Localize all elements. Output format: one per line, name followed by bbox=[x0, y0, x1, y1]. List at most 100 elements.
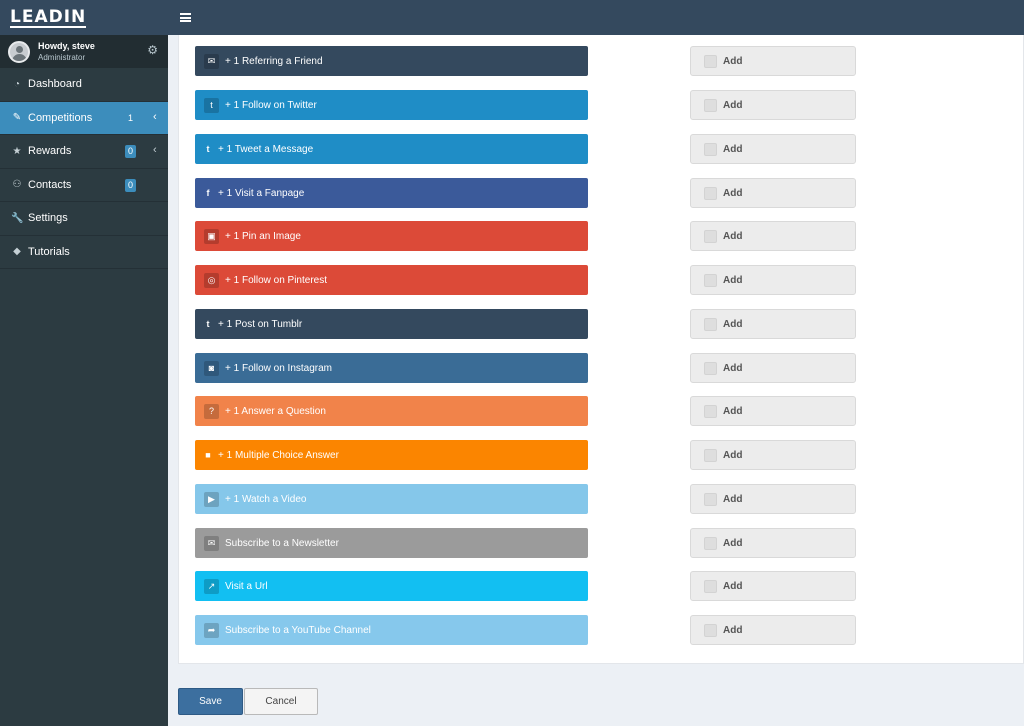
add-checkbox[interactable] bbox=[704, 448, 717, 462]
sidebar-item-contacts[interactable]: ⚇ Contacts 0 bbox=[0, 169, 168, 202]
sidebar: LEADIN Howdy, steve Administrator ⚙ ◔ Da… bbox=[0, 0, 168, 726]
add-label: Add bbox=[723, 55, 743, 67]
entry-label: Subscribe to a YouTube Channel bbox=[225, 624, 371, 636]
entries-panel bbox=[178, 35, 1024, 664]
entry-label: + 1 Post on Tumblr bbox=[218, 318, 303, 330]
tumblr-icon: t bbox=[206, 319, 210, 329]
add-label: Add bbox=[723, 537, 743, 549]
logo[interactable]: LEADIN bbox=[0, 0, 168, 35]
add-toggle[interactable]: Add bbox=[690, 221, 856, 251]
add-label: Add bbox=[723, 362, 743, 374]
sidebar-item-dashboard[interactable]: ◔ Dashboard bbox=[0, 68, 168, 102]
pinterest-icon: ◎ bbox=[204, 272, 219, 288]
add-checkbox[interactable] bbox=[704, 229, 717, 243]
users-icon: ⚇ bbox=[12, 179, 22, 191]
add-toggle[interactable]: Add bbox=[690, 134, 856, 164]
entry-watch-video[interactable]: ▶ + 1 Watch a Video bbox=[195, 484, 588, 514]
add-checkbox[interactable] bbox=[704, 98, 717, 112]
sidebar-item-rewards[interactable]: ★ Rewards 0 ‹ bbox=[0, 135, 168, 169]
entry-label: + 1 Referring a Friend bbox=[225, 55, 323, 67]
envelope-icon: ✉ bbox=[204, 535, 219, 551]
add-checkbox[interactable] bbox=[704, 492, 717, 506]
sidebar-item-tutorials[interactable]: ◆ Tutorials bbox=[0, 236, 168, 269]
add-toggle[interactable]: Add bbox=[690, 309, 856, 339]
add-toggle[interactable]: Add bbox=[690, 571, 856, 601]
entry-visit-fanpage[interactable]: f + 1 Visit a Fanpage bbox=[195, 178, 588, 208]
count-badge: 0 bbox=[125, 145, 137, 158]
add-checkbox[interactable] bbox=[704, 54, 717, 68]
add-label: Add bbox=[723, 230, 743, 242]
add-toggle[interactable]: Add bbox=[690, 46, 856, 76]
add-checkbox[interactable] bbox=[704, 579, 717, 593]
youtube-icon: ▶ bbox=[204, 491, 219, 507]
twitter-icon: t bbox=[206, 144, 210, 154]
question-icon: ? bbox=[204, 403, 219, 419]
instagram-icon: ◙ bbox=[204, 360, 219, 376]
topbar bbox=[168, 0, 1024, 35]
entry-follow-instagram[interactable]: ◙ + 1 Follow on Instagram bbox=[195, 353, 588, 383]
add-checkbox[interactable] bbox=[704, 186, 717, 200]
chevron-left-icon: ‹ bbox=[153, 144, 157, 156]
add-toggle[interactable]: Add bbox=[690, 90, 856, 120]
sidebar-item-label: Contacts bbox=[28, 178, 72, 191]
avatar bbox=[8, 40, 30, 63]
add-checkbox[interactable] bbox=[704, 623, 717, 637]
add-label: Add bbox=[723, 143, 743, 155]
entry-follow-twitter[interactable]: t + 1 Follow on Twitter bbox=[195, 90, 588, 120]
add-toggle[interactable]: Add bbox=[690, 484, 856, 514]
sidebar-item-competitions[interactable]: ✎ Competitions 1 ‹ bbox=[0, 101, 168, 135]
add-label: Add bbox=[723, 493, 743, 505]
square-icon: ■ bbox=[205, 450, 211, 460]
cancel-button[interactable]: Cancel bbox=[244, 688, 318, 715]
entry-label: Visit a Url bbox=[225, 580, 268, 592]
entry-label: + 1 Follow on Twitter bbox=[225, 99, 317, 111]
chevron-left-icon: ‹ bbox=[153, 110, 157, 123]
add-checkbox[interactable] bbox=[704, 361, 717, 375]
count-badge: 0 bbox=[125, 178, 137, 192]
add-checkbox[interactable] bbox=[704, 273, 717, 287]
entry-subscribe-newsletter[interactable]: ✉ Subscribe to a Newsletter bbox=[195, 528, 588, 558]
star-icon: ★ bbox=[12, 145, 22, 157]
entry-label: Subscribe to a Newsletter bbox=[225, 537, 339, 549]
add-label: Add bbox=[723, 274, 743, 286]
add-checkbox[interactable] bbox=[704, 536, 717, 550]
sidebar-item-settings[interactable]: 🔧 Settings bbox=[0, 202, 168, 236]
entry-label: + 1 Visit a Fanpage bbox=[218, 187, 305, 199]
entry-answer-question[interactable]: ? + 1 Answer a Question bbox=[195, 396, 588, 426]
add-label: Add bbox=[723, 99, 743, 111]
entry-follow-pinterest[interactable]: ◎ + 1 Follow on Pinterest bbox=[195, 265, 588, 295]
add-checkbox[interactable] bbox=[704, 404, 717, 418]
add-checkbox[interactable] bbox=[704, 317, 717, 331]
entry-pin-image[interactable]: ▣ + 1 Pin an Image bbox=[195, 221, 588, 251]
entry-label: + 1 Follow on Instagram bbox=[225, 362, 332, 374]
add-toggle[interactable]: Add bbox=[690, 440, 856, 470]
sidebar-item-label: Settings bbox=[28, 212, 68, 225]
external-link-icon: ↗ bbox=[204, 578, 219, 594]
add-toggle[interactable]: Add bbox=[690, 615, 856, 645]
entry-post-tumblr[interactable]: t + 1 Post on Tumblr bbox=[195, 309, 588, 339]
wrench-icon: 🔧 bbox=[11, 212, 24, 224]
user-panel: Howdy, steve Administrator ⚙ bbox=[0, 35, 168, 68]
entry-label: + 1 Answer a Question bbox=[225, 405, 326, 417]
share-icon: ➦ bbox=[204, 622, 219, 638]
add-checkbox[interactable] bbox=[704, 142, 717, 156]
entry-tweet-message[interactable]: t + 1 Tweet a Message bbox=[195, 134, 588, 164]
menu-toggle-icon[interactable] bbox=[180, 13, 191, 22]
add-toggle[interactable]: Add bbox=[690, 353, 856, 383]
entry-subscribe-youtube[interactable]: ➦ Subscribe to a YouTube Channel bbox=[195, 615, 588, 645]
entry-referring-friend[interactable]: ✉ + 1 Referring a Friend bbox=[195, 46, 588, 76]
save-button[interactable]: Save bbox=[178, 688, 243, 715]
add-toggle[interactable]: Add bbox=[690, 528, 856, 558]
image-icon: ▣ bbox=[204, 228, 219, 244]
gear-icon[interactable]: ⚙ bbox=[147, 44, 158, 56]
add-toggle[interactable]: Add bbox=[690, 265, 856, 295]
count-badge: 1 bbox=[128, 112, 134, 123]
pencil-icon: ✎ bbox=[12, 112, 22, 124]
entry-visit-url[interactable]: ↗ Visit a Url bbox=[195, 571, 588, 601]
entry-label: + 1 Pin an Image bbox=[225, 230, 301, 242]
add-label: Add bbox=[723, 318, 743, 330]
add-toggle[interactable]: Add bbox=[690, 396, 856, 426]
add-toggle[interactable]: Add bbox=[690, 178, 856, 208]
entry-label: + 1 Multiple Choice Answer bbox=[218, 449, 339, 461]
entry-multiple-choice[interactable]: ■ + 1 Multiple Choice Answer bbox=[195, 440, 588, 470]
